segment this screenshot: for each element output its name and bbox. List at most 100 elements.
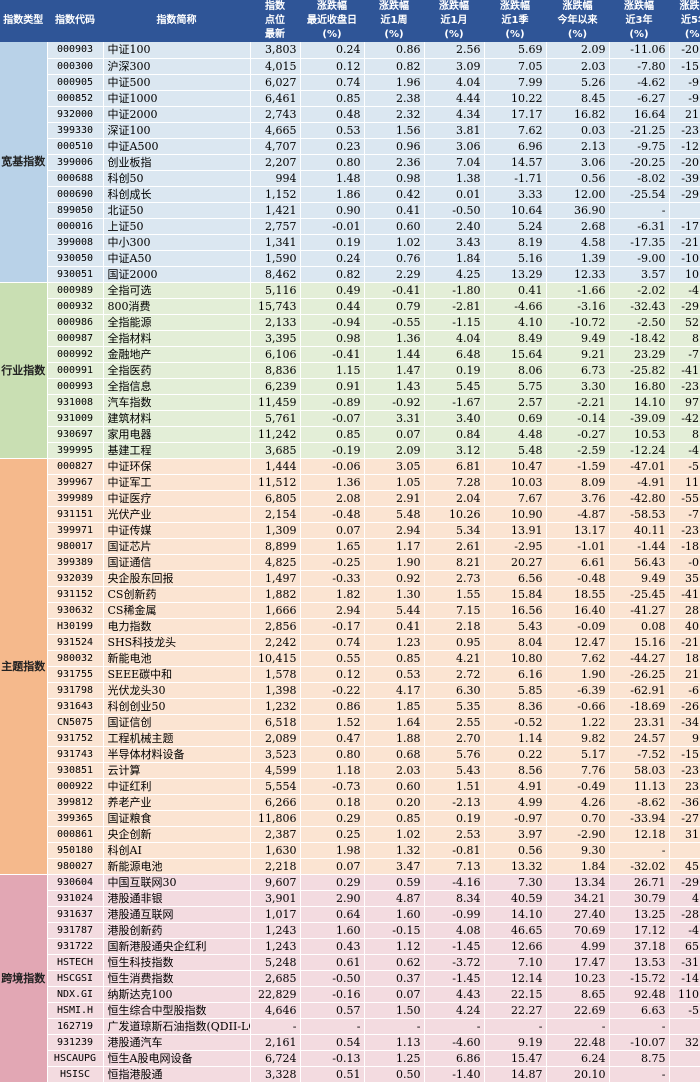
table-row: 931024 港股通非银 3,901 2.90 4.87 8.34 40.59 34.21 30… [0, 890, 700, 907]
chg-week-cell: 1.13 [364, 1034, 425, 1051]
code-cell: 931755 [47, 666, 104, 683]
chg-ytd-cell: -1.59 [546, 458, 610, 475]
chg-quarter-cell: 14.10 [484, 906, 547, 923]
chg-day-cell: 0.57 [300, 1002, 365, 1019]
chg-quarter-cell: 4.48 [484, 426, 547, 443]
chg-ytd-cell: -6.39 [546, 682, 610, 699]
chg-day-cell: -0.19 [300, 442, 365, 459]
points-cell: 11,512 [250, 474, 301, 491]
chg-week-cell: 1.44 [364, 346, 425, 363]
name-cell: 光伏产业 [103, 506, 251, 523]
chg-week-cell: 2.32 [364, 106, 425, 123]
chg-ytd-cell: 22.69 [546, 1002, 610, 1019]
chg-ytd-cell: 9.49 [546, 330, 610, 347]
points-cell: 8,836 [250, 362, 301, 379]
chg-week-cell: 0.86 [364, 42, 425, 59]
chg-ytd-cell: -1.66 [546, 282, 610, 299]
chg-week-cell: 3.31 [364, 410, 425, 427]
code-cell: 000905 [47, 74, 104, 91]
points-cell: 6,239 [250, 378, 301, 395]
points-cell: 6,805 [250, 490, 301, 507]
chg-5y-cell: - [669, 1018, 700, 1035]
chg-month-cell: 7.04 [424, 154, 485, 171]
chg-week-cell: 1.32 [364, 842, 425, 859]
table-row: HSCAUPG 恒生A股电网设备 6,724 -0.13 1.25 6.86 15.47 6.… [0, 1050, 700, 1067]
chg-day-cell: 0.86 [300, 698, 365, 715]
points-cell: 4,665 [250, 122, 301, 139]
chg-month-cell: 7.15 [424, 602, 485, 619]
code-cell: 930697 [47, 426, 104, 443]
name-cell: 恒生科技指数 [103, 954, 251, 971]
chg-month-cell: 5.45 [424, 378, 485, 395]
chg-week-cell: 2.09 [364, 442, 425, 459]
chg-5y-cell: -4.04 [669, 442, 700, 459]
chg-month-cell: -3.72 [424, 954, 485, 971]
chg-week-cell: -0.92 [364, 394, 425, 411]
chg-week-cell: 5.48 [364, 506, 425, 523]
chg-5y-cell: 9.69 [669, 730, 700, 747]
chg-5y-cell: -20.56 [669, 154, 700, 171]
chg-week-cell: 1.25 [364, 1050, 425, 1067]
chg-day-cell: 1.98 [300, 842, 365, 859]
chg-ytd-cell: 5.17 [546, 746, 610, 763]
points-cell: 1,630 [250, 842, 301, 859]
name-cell: 沪深300 [103, 58, 251, 75]
table-row: 931152 CS创新药 1,882 1.82 1.30 1.55 15.84 18.55 -2… [0, 586, 700, 603]
points-cell: 2,133 [250, 314, 301, 331]
chg-quarter-cell: - [484, 1018, 547, 1035]
chg-day-cell: -0.22 [300, 682, 365, 699]
code-cell: 950180 [47, 842, 104, 859]
name-cell: 家用电器 [103, 426, 251, 443]
points-cell: 5,761 [250, 410, 301, 427]
chg-quarter-cell: -2.95 [484, 538, 547, 555]
chg-quarter-cell: 6.96 [484, 138, 547, 155]
chg-5y-cell: -27.28 [669, 810, 700, 827]
code-cell: 000991 [47, 362, 104, 379]
chg-day-cell: 0.44 [300, 298, 365, 315]
chg-month-cell: 2.56 [424, 42, 485, 59]
name-cell: 科创50 [103, 170, 251, 187]
header-col-6-1: 涨跌幅 [669, 0, 700, 14]
chg-day-cell: -0.73 [300, 778, 365, 795]
chg-month-cell: 2.18 [424, 618, 485, 635]
chg-5y-cell: -23.79 [669, 378, 700, 395]
chg-quarter-cell: 8.04 [484, 634, 547, 651]
table-row: HSTECH 恒生科技指数 5,248 0.61 0.62 -3.72 7.10 17.47 1… [0, 954, 700, 971]
chg-5y-cell: 18.08 [669, 650, 700, 667]
chg-month-cell: 2.70 [424, 730, 485, 747]
chg-month-cell: -1.67 [424, 394, 485, 411]
chg-week-cell: 0.79 [364, 298, 425, 315]
code-cell: 931239 [47, 1034, 104, 1051]
chg-day-cell: 1.82 [300, 586, 365, 603]
chg-day-cell: 2.08 [300, 490, 365, 507]
chg-3y-cell: 40.11 [609, 522, 670, 539]
chg-month-cell: 6.86 [424, 1050, 485, 1067]
name-cell: 国证芯片 [103, 538, 251, 555]
chg-week-cell: 1.23 [364, 634, 425, 651]
points-cell: 2,154 [250, 506, 301, 523]
chg-week-cell: 0.68 [364, 746, 425, 763]
name-cell: CS创新药 [103, 586, 251, 603]
table-row: 931787 港股创新药 1,243 1.60 -0.15 4.08 46.65 70.69 1… [0, 922, 700, 939]
code-cell: 000993 [47, 378, 104, 395]
chg-5y-cell: -10.95 [669, 250, 700, 267]
chg-quarter-cell: 20.27 [484, 554, 547, 571]
name-cell: 恒生消费指数 [103, 970, 251, 987]
chg-5y-cell: - [669, 202, 700, 219]
code-cell: 399971 [47, 522, 104, 539]
points-cell: 1,666 [250, 602, 301, 619]
chg-ytd-cell: 27.40 [546, 906, 610, 923]
chg-day-cell: 1.48 [300, 170, 365, 187]
chg-month-cell: -4.16 [424, 874, 485, 891]
chg-3y-cell: -4.62 [609, 74, 670, 91]
chg-3y-cell: -17.35 [609, 234, 670, 251]
chg-3y-cell: -20.25 [609, 154, 670, 171]
chg-week-cell: 0.98 [364, 170, 425, 187]
chg-5y-cell: -23.66 [669, 522, 700, 539]
chg-quarter-cell: 7.05 [484, 58, 547, 75]
points-cell: 1,398 [250, 682, 301, 699]
points-cell: 1,152 [250, 186, 301, 203]
chg-quarter-cell: 7.62 [484, 122, 547, 139]
code-cell: 000903 [47, 42, 104, 59]
chg-5y-cell: -9.64 [669, 90, 700, 107]
